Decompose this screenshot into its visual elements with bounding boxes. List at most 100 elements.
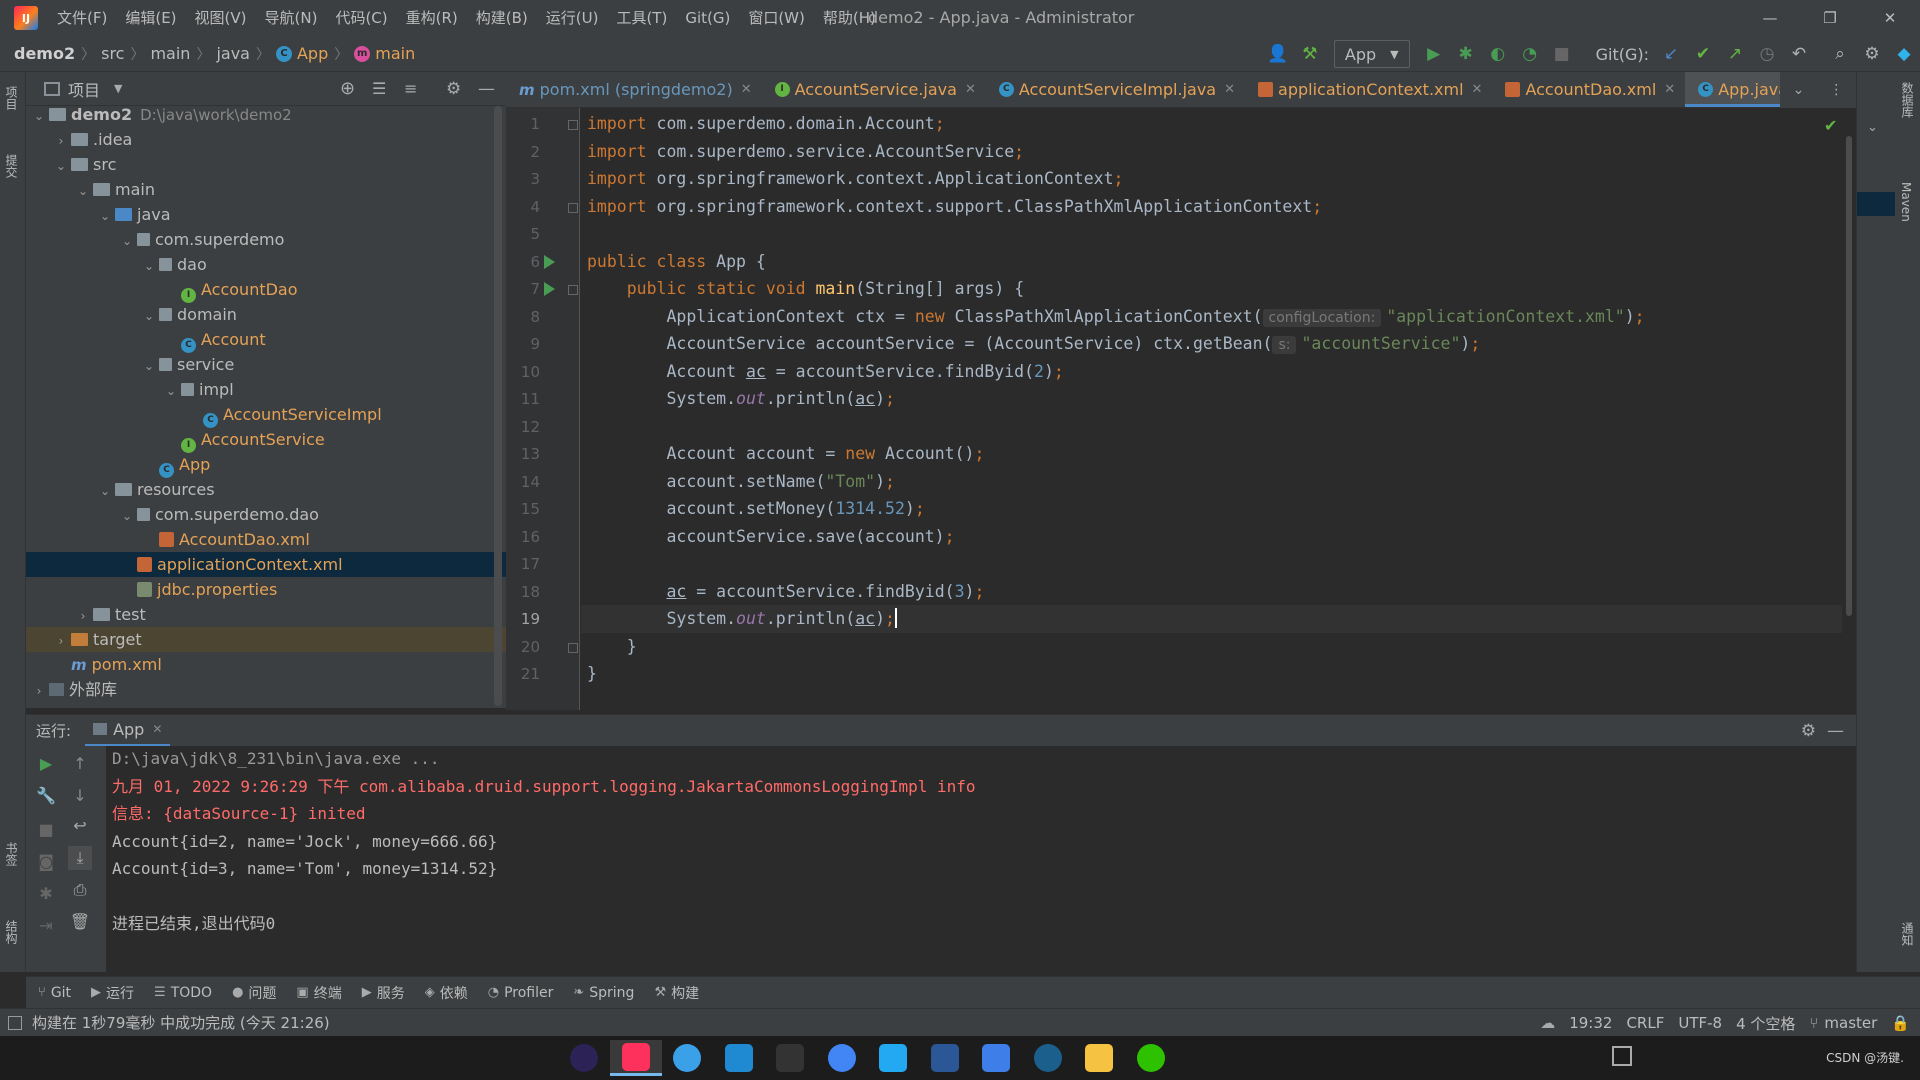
run-settings-icon[interactable]: ⚙ (1801, 721, 1816, 741)
menu-item-4[interactable]: 代码(C) (326, 0, 396, 36)
tool-window-button[interactable]: ▶ 服务 (362, 983, 405, 1003)
line-number[interactable]: 18 (506, 578, 540, 606)
intellij-logo-icon[interactable]: IJ (14, 6, 38, 30)
line-number[interactable]: 19 (506, 605, 540, 633)
taskbar-todo[interactable] (970, 1040, 1022, 1076)
trash-icon[interactable]: 🗑 (68, 910, 92, 934)
fold-marker-icon[interactable] (568, 285, 578, 295)
chevron-down-icon[interactable]: ⌄ (76, 179, 90, 204)
git-update-icon[interactable]: ↙ (1656, 39, 1686, 69)
tool-window-button[interactable]: ▣ 终端 (296, 983, 341, 1003)
line-number[interactable]: 12 (506, 413, 540, 441)
wrench-icon[interactable]: 🔧 (34, 784, 58, 808)
debug-icon[interactable]: ✱ (1451, 39, 1481, 69)
editor-tab[interactable]: m pom.xml (springdemo2) ✕ (506, 72, 762, 107)
locate-file-icon[interactable]: ⊕ (340, 78, 355, 99)
tree-item[interactable]: › target (26, 627, 506, 652)
project-tool-button[interactable]: 项目 (3, 86, 20, 110)
line-separator[interactable]: CRLF (1626, 1014, 1664, 1032)
chevron-down-icon[interactable]: ⌄ (120, 504, 134, 529)
stop-icon[interactable]: ■ (1547, 39, 1577, 69)
taskbar-word[interactable] (919, 1040, 971, 1076)
chevron-right-icon[interactable]: › (54, 629, 68, 654)
close-icon[interactable]: ✕ (965, 82, 976, 97)
git-branch[interactable]: master (1824, 1014, 1877, 1032)
crumb-src[interactable]: src (101, 44, 124, 63)
tree-item[interactable]: I AccountService (26, 427, 506, 453)
run-gutter-icon[interactable] (544, 282, 555, 296)
chevron-down-icon[interactable]: ⌄ (120, 229, 134, 254)
tool-window-button[interactable]: ◈ 依赖 (425, 983, 468, 1003)
fold-marker-icon[interactable] (568, 120, 578, 130)
hide-run-panel-icon[interactable]: — (1827, 721, 1844, 741)
code-line[interactable]: AccountService accountService = (Account… (587, 330, 1480, 358)
tree-item[interactable]: ⌄ demo2 D:\java\work\demo2 (26, 106, 506, 127)
taskbar-chrome[interactable] (816, 1040, 868, 1076)
menu-item-9[interactable]: Git(G) (676, 0, 739, 36)
editor-gutter[interactable]: 1 2 3 4 5 6 7 8 9 10 11 12 13 14 15 16 17 18 19 20 21 (506, 108, 580, 710)
run-icon[interactable]: ▶ (1419, 39, 1449, 69)
close-icon[interactable]: ✕ (1664, 82, 1675, 97)
menu-item-0[interactable]: 文件(F) (48, 0, 116, 36)
chevron-down-icon[interactable]: ⌄ (164, 379, 178, 404)
menu-item-6[interactable]: 构建(B) (467, 0, 537, 36)
user-icon[interactable]: 👤 (1263, 39, 1293, 69)
line-number[interactable]: 7 (506, 275, 540, 303)
editor-scroll-thumb[interactable] (1846, 136, 1852, 616)
tree-item[interactable]: › .idea (26, 127, 506, 152)
tree-item[interactable]: ⌄ com.superdemo (26, 227, 506, 252)
tool-window-button[interactable]: ❧ Spring (573, 983, 634, 1003)
taskbar-terminal[interactable] (764, 1040, 816, 1076)
rerun-icon[interactable]: ▶ (34, 752, 58, 776)
code-line[interactable]: System.out.println(ac); (581, 605, 1856, 633)
tool-window-button[interactable]: ⚒ 构建 (654, 983, 699, 1003)
tree-item[interactable]: applicationContext.xml (26, 552, 506, 577)
crumb-java[interactable]: java (216, 44, 250, 63)
line-number[interactable]: 14 (506, 468, 540, 496)
code-editor[interactable]: import com.superdemo.domain.Account; impo… (581, 108, 1856, 710)
tree-item[interactable]: ⌄ dao (26, 252, 506, 277)
line-number[interactable]: 13 (506, 440, 540, 468)
hide-panel-icon[interactable]: — (478, 79, 495, 99)
exit-icon[interactable]: ⇥ (34, 914, 58, 938)
fold-marker-icon[interactable] (568, 202, 578, 213)
git-push-icon[interactable]: ↗ (1720, 39, 1750, 69)
editor-tab[interactable]: C AccountServiceImpl.java ✕ (986, 72, 1245, 107)
code-line[interactable]: import org.springframework.context.suppo… (587, 193, 1322, 221)
scroll-down-icon[interactable]: ↓ (68, 784, 92, 808)
tree-item[interactable]: ⌄ java (26, 202, 506, 227)
tree-item[interactable]: › test (26, 602, 506, 627)
code-line[interactable]: account.setName("Tom"); (587, 468, 895, 496)
more-icon[interactable]: ⋮ (1829, 82, 1843, 98)
line-number[interactable]: 17 (506, 550, 540, 578)
line-number[interactable]: 15 (506, 495, 540, 523)
collapse-all-icon[interactable]: ≡ (404, 79, 417, 98)
close-window-button[interactable]: ✕ (1860, 0, 1920, 36)
taskbar-eclipse[interactable] (558, 1040, 610, 1076)
tool-window-button[interactable]: ● 问题 (232, 983, 276, 1003)
line-number[interactable]: 3 (506, 165, 540, 193)
taskbar-intellij[interactable] (609, 1040, 662, 1076)
code-line[interactable]: Account account = new Account(); (587, 440, 984, 468)
coverage-icon[interactable]: ◐ (1483, 39, 1513, 69)
code-line[interactable]: public class App { (587, 248, 766, 276)
crumb-main[interactable]: main (150, 44, 190, 63)
close-icon[interactable]: ✕ (1472, 82, 1483, 97)
tree-item[interactable]: › 外部库 (26, 677, 506, 702)
bookmarks-tool-button[interactable]: 书签 (3, 842, 20, 866)
menu-item-5[interactable]: 重构(R) (397, 0, 467, 36)
code-line[interactable]: Account ac = accountService.findByid(2); (587, 358, 1063, 386)
chevron-right-icon[interactable]: › (32, 679, 46, 704)
code-line[interactable]: ac = accountService.findByid(3); (587, 578, 984, 606)
notifications-tool-button[interactable]: 通知 (1899, 922, 1916, 946)
project-scrollbar[interactable] (494, 106, 502, 706)
run-gutter-icon[interactable] (544, 254, 555, 269)
settings-gear-icon[interactable]: ⚙ (1857, 39, 1887, 69)
taskbar-vscode[interactable] (867, 1040, 919, 1076)
taskbar-explorer[interactable] (1073, 1040, 1125, 1076)
line-number[interactable]: 16 (506, 523, 540, 551)
expand-all-icon[interactable]: ☰ (372, 79, 386, 98)
toolbox-icon[interactable]: ◆ (1889, 39, 1919, 69)
menu-item-10[interactable]: 窗口(W) (739, 0, 814, 36)
database-tool-button[interactable]: 数据库 (1899, 82, 1916, 118)
